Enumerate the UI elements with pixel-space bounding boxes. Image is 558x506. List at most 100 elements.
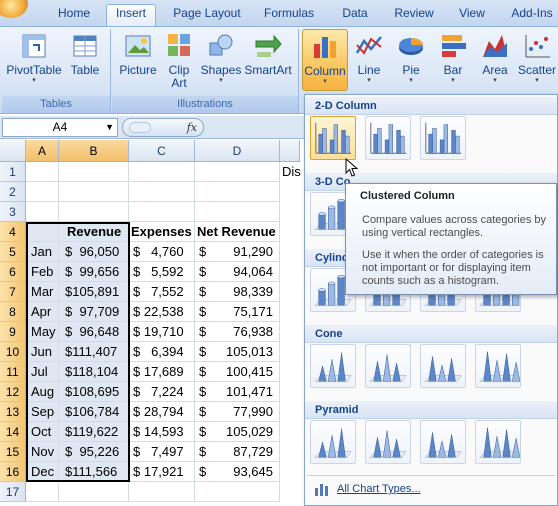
smartart-button[interactable]: SmartArt bbox=[244, 31, 292, 77]
column-100-stacked-thumbnail[interactable] bbox=[420, 116, 466, 160]
bar-chart-button[interactable]: Bar ▾ bbox=[434, 31, 472, 85]
net-revenue-cell[interactable]: $100,415 bbox=[195, 362, 280, 382]
net-revenue-cell[interactable]: $105,029 bbox=[195, 422, 280, 442]
month-cell[interactable]: Jan bbox=[26, 242, 59, 262]
month-cell[interactable]: Aug bbox=[26, 382, 59, 402]
column-header-e[interactable] bbox=[280, 140, 300, 162]
clip-art-button[interactable]: Clip Art bbox=[162, 31, 196, 90]
revenue-cell[interactable]: $106,784 bbox=[59, 402, 129, 422]
empty-cell[interactable] bbox=[129, 202, 195, 222]
row-header[interactable]: 3 bbox=[0, 202, 26, 222]
net-revenue-cell[interactable]: $98,339 bbox=[195, 282, 280, 302]
row-header[interactable]: 1 bbox=[0, 162, 26, 182]
column-header-a[interactable]: A bbox=[26, 140, 59, 162]
cell-a4[interactable] bbox=[26, 222, 59, 242]
expenses-cell[interactable]: $ 7,224 bbox=[129, 382, 195, 402]
expenses-cell[interactable]: $ 17,689 bbox=[129, 362, 195, 382]
empty-cell[interactable] bbox=[195, 162, 280, 182]
expenses-cell[interactable]: $ 7,552 bbox=[129, 282, 195, 302]
net-revenue-cell[interactable]: $105,013 bbox=[195, 342, 280, 362]
month-cell[interactable]: Jul bbox=[26, 362, 59, 382]
empty-cell[interactable] bbox=[59, 182, 129, 202]
net-revenue-cell[interactable]: $93,645 bbox=[195, 462, 280, 482]
net-revenue-cell[interactable]: $76,938 bbox=[195, 322, 280, 342]
month-cell[interactable]: Nov bbox=[26, 442, 59, 462]
tab-insert[interactable]: Insert bbox=[106, 4, 156, 26]
picture-button[interactable]: Picture bbox=[116, 31, 160, 77]
pyramid-stacked-thumbnail[interactable] bbox=[365, 420, 411, 464]
net-revenue-cell[interactable]: $77,990 bbox=[195, 402, 280, 422]
revenue-cell[interactable]: $ 96,648 bbox=[59, 322, 129, 342]
pie-chart-button[interactable]: Pie ▾ bbox=[392, 31, 430, 85]
row-header[interactable]: 9 bbox=[0, 322, 26, 342]
select-all-corner[interactable] bbox=[0, 140, 26, 162]
tab-view[interactable]: View bbox=[450, 5, 494, 26]
header-revenue[interactable]: Revenue bbox=[59, 222, 129, 242]
all-chart-types-link[interactable]: All Chart Types... bbox=[307, 475, 555, 501]
cone-clustered-thumbnail[interactable] bbox=[310, 344, 356, 388]
empty-cell[interactable] bbox=[129, 182, 195, 202]
column-clustered-thumbnail[interactable] bbox=[310, 116, 356, 160]
expenses-cell[interactable]: $ 4,760 bbox=[129, 242, 195, 262]
revenue-cell[interactable]: $108,695 bbox=[59, 382, 129, 402]
row-header[interactable]: 12 bbox=[0, 382, 26, 402]
expenses-cell[interactable]: $ 5,592 bbox=[129, 262, 195, 282]
tab-home[interactable]: Home bbox=[50, 5, 98, 26]
row-header[interactable]: 5 bbox=[0, 242, 26, 262]
revenue-cell[interactable]: $111,566 bbox=[59, 462, 129, 482]
column-stacked-thumbnail[interactable] bbox=[365, 116, 411, 160]
header-expenses[interactable]: Expenses bbox=[129, 222, 195, 242]
empty-cell[interactable] bbox=[129, 162, 195, 182]
row-header[interactable]: 7 bbox=[0, 282, 26, 302]
header-net-revenue[interactable]: Net Revenue bbox=[195, 222, 280, 242]
pyramid-clustered-thumbnail[interactable] bbox=[310, 420, 356, 464]
name-box-dropdown-icon[interactable]: ▼ bbox=[105, 119, 114, 136]
row-header[interactable]: 11 bbox=[0, 362, 26, 382]
row-header[interactable]: 4 bbox=[0, 222, 26, 242]
pyramid-100-stacked-thumbnail[interactable] bbox=[420, 420, 466, 464]
month-cell[interactable]: Oct bbox=[26, 422, 59, 442]
revenue-cell[interactable]: $ 95,226 bbox=[59, 442, 129, 462]
month-cell[interactable]: Sep bbox=[26, 402, 59, 422]
row-header[interactable]: 13 bbox=[0, 402, 26, 422]
expenses-cell[interactable]: $ 19,710 bbox=[129, 322, 195, 342]
tab-data[interactable]: Data bbox=[334, 5, 376, 26]
revenue-cell[interactable]: $111,407 bbox=[59, 342, 129, 362]
empty-cell[interactable] bbox=[195, 482, 280, 502]
revenue-cell[interactable]: $105,891 bbox=[59, 282, 129, 302]
month-cell[interactable]: Dec bbox=[26, 462, 59, 482]
row-header[interactable]: 16 bbox=[0, 462, 26, 482]
tab-formulas[interactable]: Formulas bbox=[256, 5, 322, 26]
expenses-cell[interactable]: $ 17,921 bbox=[129, 462, 195, 482]
row-header[interactable]: 14 bbox=[0, 422, 26, 442]
column-header-c[interactable]: C bbox=[129, 140, 195, 162]
empty-cell[interactable] bbox=[26, 202, 59, 222]
column-chart-button[interactable]: Column ▾ bbox=[302, 29, 348, 91]
revenue-cell[interactable]: $119,622 bbox=[59, 422, 129, 442]
table-button[interactable]: Table bbox=[68, 31, 102, 77]
cone-100-stacked-thumbnail[interactable] bbox=[420, 344, 466, 388]
expenses-cell[interactable]: $ 28,794 bbox=[129, 402, 195, 422]
empty-cell[interactable] bbox=[59, 162, 129, 182]
insert-function-button[interactable]: fx bbox=[187, 121, 197, 134]
expenses-cell[interactable]: $ 7,497 bbox=[129, 442, 195, 462]
empty-cell[interactable] bbox=[26, 162, 59, 182]
tab-page-layout[interactable]: Page Layout bbox=[166, 5, 248, 26]
row-header[interactable]: 10 bbox=[0, 342, 26, 362]
expenses-cell[interactable]: $ 22,538 bbox=[129, 302, 195, 322]
month-cell[interactable]: Jun bbox=[26, 342, 59, 362]
shapes-button[interactable]: Shapes ▾ bbox=[198, 31, 244, 85]
month-cell[interactable]: May bbox=[26, 322, 59, 342]
row-header[interactable]: 6 bbox=[0, 262, 26, 282]
empty-cell[interactable] bbox=[26, 182, 59, 202]
revenue-cell[interactable]: $ 96,050 bbox=[59, 242, 129, 262]
pyramid-3d-thumbnail[interactable] bbox=[475, 420, 521, 464]
revenue-cell[interactable]: $ 97,709 bbox=[59, 302, 129, 322]
column-header-d[interactable]: D bbox=[195, 140, 280, 162]
scatter-chart-button[interactable]: Scatter ▾ bbox=[516, 31, 558, 85]
empty-cell[interactable] bbox=[59, 482, 129, 502]
month-cell[interactable]: Feb bbox=[26, 262, 59, 282]
formula-grip[interactable] bbox=[129, 122, 151, 133]
pivottable-button[interactable]: PivotTable ▾ bbox=[6, 31, 62, 85]
worksheet-grid[interactable]: A B C D 1 2 3 4 5 6 7 8 9 10 11 12 13 14 15 16 17 Revenu… bbox=[0, 140, 301, 506]
